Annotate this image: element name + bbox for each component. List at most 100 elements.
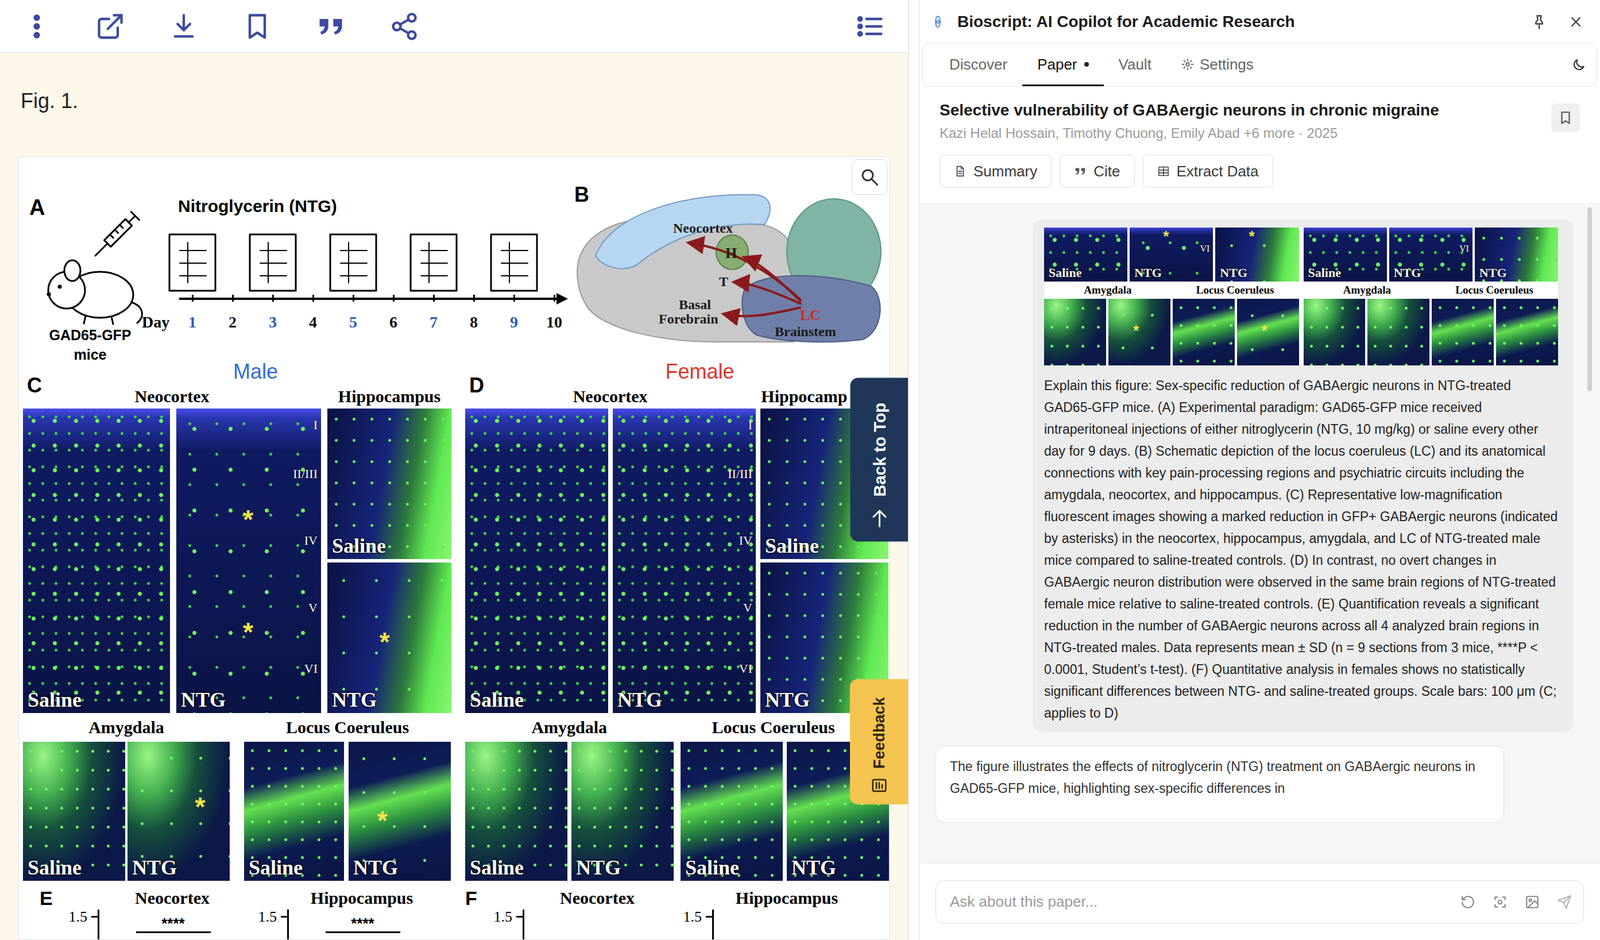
image-icon[interactable] bbox=[1524, 894, 1540, 910]
chart-title-row: Hippocampus bbox=[246, 886, 437, 910]
y-axis: 1.5 bbox=[482, 909, 523, 940]
tab[interactable]: Paper bbox=[1022, 43, 1104, 87]
brain-label-group: Brainstem bbox=[774, 323, 837, 339]
injection-slot bbox=[453, 233, 494, 292]
region-title: Hippocamp bbox=[760, 384, 848, 408]
bookmark-icon[interactable] bbox=[238, 8, 276, 45]
region-title: Locus Coeruleus bbox=[1196, 283, 1275, 297]
injection-slot bbox=[212, 233, 253, 292]
layer-label: II/III bbox=[727, 466, 753, 482]
composer-box bbox=[935, 879, 1584, 924]
micrograph: NTG* bbox=[127, 741, 230, 881]
back-to-top-button[interactable]: Back to Top bbox=[850, 377, 910, 542]
day-label: 8 bbox=[469, 312, 478, 331]
timeline-day: 2 bbox=[212, 233, 253, 333]
tab[interactable]: Discover bbox=[934, 43, 1023, 87]
pin-icon[interactable] bbox=[1531, 13, 1548, 30]
layer-label: V bbox=[308, 600, 318, 616]
figure-caption: Fig. 1. bbox=[20, 88, 908, 114]
day-label-wrap: 6 bbox=[389, 311, 398, 333]
action-button[interactable]: Extract Data bbox=[1142, 154, 1274, 188]
tab-label: Paper bbox=[1037, 54, 1077, 75]
brain-label-group: LC bbox=[800, 306, 821, 324]
quote-icon[interactable] bbox=[312, 8, 350, 45]
region-title: Neocortex bbox=[488, 384, 733, 408]
attachment-title-row: AmygdalaLocus Coeruleus bbox=[1044, 281, 1300, 299]
micrograph bbox=[1172, 298, 1235, 366]
send-icon[interactable] bbox=[1556, 894, 1572, 910]
action-button[interactable]: Cite bbox=[1059, 154, 1135, 188]
more-options-icon[interactable] bbox=[18, 8, 56, 45]
chart-title: Hippocampus bbox=[310, 886, 413, 910]
bar-chart: Neocortex1.5 bbox=[482, 886, 672, 940]
share-icon[interactable] bbox=[385, 8, 423, 45]
panel-label: Saline bbox=[764, 533, 819, 558]
region-title: Hippocampus bbox=[338, 384, 441, 408]
panel-label: NTG bbox=[576, 855, 621, 880]
region-title: Amygdala bbox=[88, 715, 165, 739]
timeline-day: 5 bbox=[333, 233, 374, 333]
tab-content: Settings bbox=[1181, 54, 1254, 75]
layer-label: V bbox=[743, 600, 753, 616]
y-tick-label: 1.5 bbox=[68, 909, 88, 925]
moon-icon[interactable] bbox=[1571, 57, 1587, 73]
action-button[interactable]: Summary bbox=[939, 154, 1052, 188]
chat-input[interactable] bbox=[949, 890, 1444, 913]
asterisk-mark: * bbox=[242, 505, 254, 533]
gear-icon bbox=[1181, 58, 1194, 71]
timeline-day: 3 bbox=[252, 233, 293, 333]
y-tick-label: 1.5 bbox=[683, 909, 703, 925]
bookmark-icon[interactable] bbox=[1551, 103, 1580, 133]
attachment-image[interactable]: SalineNTGVI*NTG*AmygdalaLocus Coeruleus*… bbox=[1044, 227, 1559, 366]
panel-label: Saline bbox=[469, 855, 524, 880]
brain-label: Brainstem bbox=[774, 323, 837, 339]
micrograph bbox=[1496, 298, 1559, 366]
scrollbar-thumb[interactable] bbox=[1587, 207, 1592, 392]
tab-label: Discover bbox=[949, 54, 1008, 75]
tab[interactable]: Vault bbox=[1103, 43, 1167, 87]
screenshot-icon[interactable] bbox=[1492, 894, 1508, 910]
day-label-wrap: 2 bbox=[228, 311, 237, 333]
timeline-day: 10 bbox=[534, 233, 575, 333]
message-text: Explain this figure: Sex-specific reduct… bbox=[1044, 374, 1563, 724]
panel-letter: C bbox=[22, 373, 46, 397]
outline-list-icon[interactable] bbox=[851, 8, 889, 45]
image-row: SalineNTGIII/IIIIVVVI**SalineNTG* bbox=[22, 408, 452, 713]
open-external-icon[interactable] bbox=[91, 8, 129, 45]
tab-content: Vault bbox=[1118, 54, 1152, 75]
tab[interactable]: Settings bbox=[1166, 43, 1269, 87]
tab-spacer bbox=[1268, 43, 1572, 87]
feedback-icon bbox=[870, 776, 888, 794]
panel-label: Saline bbox=[685, 855, 740, 880]
close-icon[interactable] bbox=[1567, 13, 1584, 30]
day-tick bbox=[352, 294, 355, 302]
asterisk-mark: * bbox=[242, 618, 254, 645]
region-title: Neocortex bbox=[45, 384, 299, 408]
action-label: Summary bbox=[973, 161, 1038, 181]
attachment-title-cell: Locus Coeruleus bbox=[1171, 281, 1300, 299]
day-label: 1 bbox=[188, 312, 197, 331]
region-header: AmygdalaLocus Coeruleus bbox=[22, 712, 452, 742]
tab-content: Paper bbox=[1037, 54, 1089, 75]
attachment-bottom-row: ** bbox=[1044, 298, 1300, 366]
feedback-button[interactable]: Feedback bbox=[849, 678, 909, 805]
panel-label: NTG bbox=[353, 855, 398, 880]
day-label: 7 bbox=[429, 312, 438, 331]
region-title-cell: DNeocortex bbox=[465, 384, 756, 409]
sex-header: Female bbox=[465, 358, 889, 385]
paper-viewer: Fig. 1.AGAD65-GFPmiceNitroglycerin (NTG)… bbox=[0, 0, 909, 940]
micrograph: * bbox=[1237, 298, 1300, 366]
day-label: 10 bbox=[546, 312, 563, 331]
zoom-button[interactable] bbox=[851, 159, 888, 195]
download-icon[interactable] bbox=[165, 8, 203, 45]
sex-label-wrap: Male bbox=[233, 359, 278, 384]
axis-label: Day bbox=[141, 311, 170, 333]
reset-icon[interactable] bbox=[1460, 894, 1476, 910]
micrograph: Saline bbox=[22, 741, 126, 881]
summary-icon bbox=[953, 164, 967, 178]
brain-label: LC bbox=[800, 306, 821, 324]
micrograph: NTG* bbox=[327, 562, 452, 713]
image-row: SalineNTG*SalineNTG* bbox=[22, 741, 452, 881]
copilot-panel: Bioscript: AI Copilot for Academic Resea… bbox=[918, 0, 1600, 940]
significance: **** bbox=[99, 909, 247, 933]
